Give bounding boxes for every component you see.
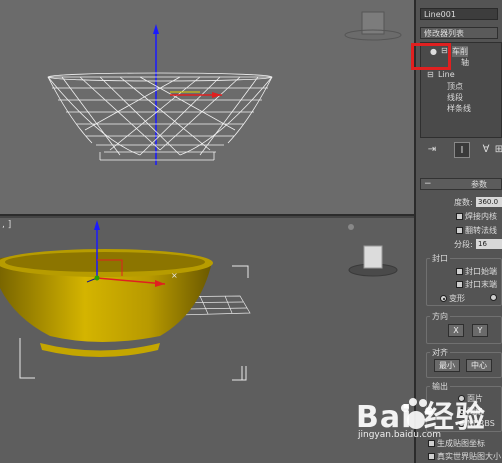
flip-normals-label: 翻转法线	[465, 226, 497, 235]
x-axis-arrow-icon	[212, 92, 222, 98]
stack-item-lathe[interactable]: 车削	[452, 46, 468, 57]
morph-radio[interactable]	[440, 295, 447, 302]
direction-x-button[interactable]: X	[448, 324, 464, 337]
parameters-rollout-header[interactable]: − 参数	[420, 178, 502, 190]
cap-end-row[interactable]: 封口末端	[456, 279, 497, 290]
collapse-icon: −	[424, 179, 432, 189]
direction-y-button[interactable]: Y	[472, 324, 488, 337]
cap-end-label: 封口末端	[465, 280, 497, 289]
make-unique-icon[interactable]: ∀	[478, 142, 494, 158]
morph-row[interactable]: 变形	[440, 293, 465, 304]
degrees-spinner[interactable]: 360.0	[476, 197, 502, 207]
segments-label: 分段:	[454, 240, 473, 249]
highlight-box	[411, 43, 451, 70]
expand-line-icon[interactable]: ⊟	[427, 70, 434, 79]
align-center-button[interactable]: 中心	[466, 359, 492, 372]
stack-item-segment[interactable]: 线段	[447, 92, 463, 103]
watermark: Bai 经验 jingyan.baidu.com	[320, 390, 500, 460]
y-axis-arrow-icon	[153, 24, 159, 34]
cap-start-checkbox[interactable]	[456, 268, 463, 275]
segments-spinner[interactable]: 16	[476, 239, 502, 249]
object-name-field[interactable]: Line001	[420, 8, 498, 20]
cap-start-row[interactable]: 封口始端	[456, 266, 497, 277]
flip-normals-checkbox[interactable]	[456, 227, 463, 234]
flip-normals-row[interactable]: 翻转法线	[456, 225, 497, 236]
top-viewport[interactable]	[0, 0, 414, 216]
wireframe-bowl	[47, 72, 273, 161]
viewcube-icon	[361, 11, 385, 35]
viewcube-home-icon	[348, 224, 354, 230]
stack-toolbar: ⇥ I ∀ ⊞	[420, 142, 502, 158]
cap-start-label: 封口始端	[465, 267, 497, 276]
show-end-result-icon[interactable]: I	[454, 142, 470, 158]
y-axis-3d-arrow-icon	[94, 220, 100, 230]
configure-sets-icon[interactable]: ⊞	[494, 142, 502, 158]
parameters-title: 参数	[471, 180, 487, 189]
top-viewport-canvas	[47, 11, 402, 165]
grid-radio-row[interactable]	[490, 293, 499, 302]
weld-core-row[interactable]: 焊接内核	[456, 211, 497, 222]
pivot-x-mark: ×	[171, 271, 178, 280]
stack-item-axis[interactable]: 轴	[461, 57, 469, 68]
pivot-point	[94, 275, 100, 281]
capping-label: 封口	[430, 253, 450, 264]
degrees-label: 度数:	[454, 198, 473, 207]
pin-stack-icon[interactable]: ⇥	[424, 142, 440, 158]
watermark-url: jingyan.baidu.com	[358, 430, 442, 440]
grid-radio[interactable]	[490, 294, 497, 301]
morph-label: 变形	[449, 294, 465, 303]
modifier-list-dropdown[interactable]: 修改器列表	[420, 27, 498, 39]
cap-end-checkbox[interactable]	[456, 281, 463, 288]
golden-bowl	[0, 249, 213, 357]
weld-core-label: 焊接内核	[465, 212, 497, 221]
stack-item-vertex[interactable]: 顶点	[447, 81, 463, 92]
viewcube-3d-icon	[363, 245, 383, 269]
weld-core-checkbox[interactable]	[456, 213, 463, 220]
align-min-button[interactable]: 最小	[434, 359, 460, 372]
align-label: 对齐	[430, 347, 450, 358]
stack-item-line[interactable]: Line	[438, 70, 455, 79]
direction-label: 方向	[430, 311, 450, 322]
stack-item-spline[interactable]: 样条线	[447, 103, 471, 114]
